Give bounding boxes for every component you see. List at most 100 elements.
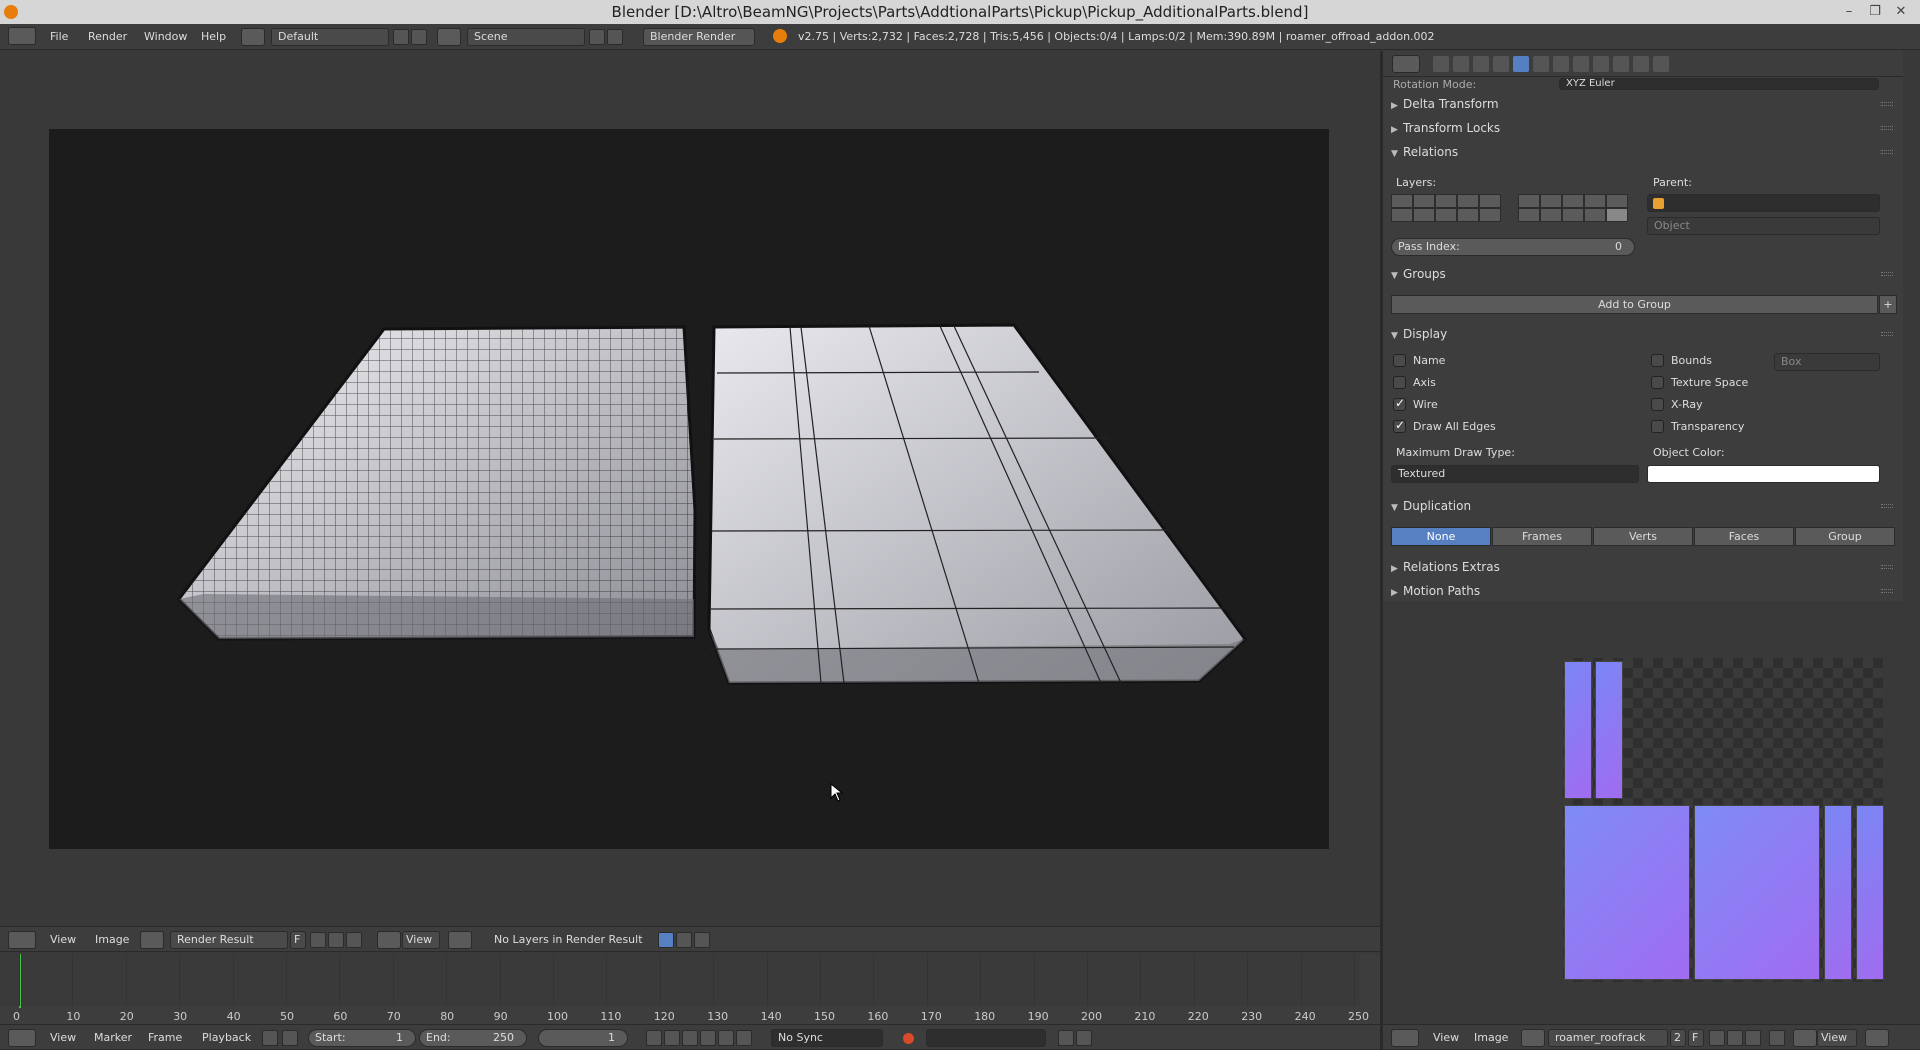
- start-frame-field[interactable]: Start: 1: [308, 1029, 416, 1047]
- menu-window[interactable]: Window: [144, 24, 187, 49]
- editor-type-image-icon[interactable]: [8, 931, 36, 949]
- timeline-editor[interactable]: 0 10 20 30 40 50 60 70 80 90 100 110 120 130 140 150 160…: [0, 954, 1380, 1024]
- particles-tab-icon[interactable]: [1633, 56, 1649, 72]
- preview-range-icon[interactable]: [262, 1030, 278, 1046]
- duplication-none-button[interactable]: None: [1391, 527, 1491, 546]
- image-viewport[interactable]: [0, 51, 1380, 926]
- panel-relations[interactable]: ▼ Relations: [1391, 142, 1893, 162]
- panel-delta-transform[interactable]: ▶ Delta Transform: [1391, 94, 1893, 114]
- uv-image-name-field[interactable]: roamer_roofrack: [1548, 1029, 1668, 1047]
- bounds-checkbox[interactable]: [1651, 354, 1664, 367]
- transparency-checkbox[interactable]: [1651, 420, 1664, 433]
- insert-keyframe-icon[interactable]: [1058, 1030, 1074, 1046]
- object-color-swatch[interactable]: [1647, 465, 1880, 483]
- timeline-track[interactable]: [0, 954, 1360, 1006]
- end-frame-field[interactable]: End: 250: [419, 1029, 527, 1047]
- editor-type-uv-icon[interactable]: [1391, 1029, 1419, 1047]
- rotation-mode-dropdown[interactable]: XYZ Euler: [1559, 78, 1879, 90]
- jump-end-icon[interactable]: [736, 1030, 752, 1046]
- object-tab-icon[interactable]: [1513, 56, 1529, 72]
- unlink-image-button[interactable]: [1745, 1030, 1761, 1046]
- jump-start-icon[interactable]: [646, 1030, 662, 1046]
- menu-image[interactable]: Image: [1474, 1025, 1508, 1050]
- panel-display[interactable]: ▼ Display: [1391, 324, 1893, 344]
- uv-fake-user-button[interactable]: F: [1688, 1029, 1704, 1047]
- view-mode-icon[interactable]: [377, 931, 401, 949]
- add-screen-button[interactable]: [393, 29, 409, 45]
- draw-all-edges-checkbox[interactable]: [1393, 418, 1406, 433]
- uv-view-dropdown[interactable]: View: [1817, 1029, 1857, 1047]
- close-icon[interactable]: ✕: [1890, 0, 1912, 24]
- screen-layout-field[interactable]: Default: [271, 28, 389, 46]
- parent-field[interactable]: [1647, 194, 1880, 212]
- draw-channels-icon[interactable]: [1865, 1029, 1889, 1047]
- play-reverse-icon[interactable]: [682, 1030, 698, 1046]
- render-engine-dropdown[interactable]: Blender Render: [643, 28, 755, 46]
- pin-image-icon[interactable]: [658, 932, 674, 948]
- texture-tab-icon[interactable]: [1613, 56, 1629, 72]
- panel-duplication[interactable]: ▼ Duplication: [1391, 496, 1893, 516]
- delete-keyframe-icon[interactable]: [1076, 1030, 1092, 1046]
- render-tab-icon[interactable]: [1433, 56, 1449, 72]
- sync-mode-dropdown[interactable]: No Sync: [771, 1029, 883, 1047]
- lock-time-icon[interactable]: [282, 1030, 298, 1046]
- layers-grid[interactable]: [1391, 194, 1631, 224]
- image-name-field[interactable]: Render Result: [170, 931, 288, 949]
- name-checkbox[interactable]: [1393, 354, 1406, 367]
- menu-marker[interactable]: Marker: [94, 1025, 132, 1050]
- new-image-button[interactable]: [310, 932, 326, 948]
- unlink-image-button[interactable]: [346, 932, 362, 948]
- physics-tab-icon[interactable]: [1653, 56, 1669, 72]
- wire-checkbox[interactable]: [1393, 396, 1406, 411]
- menu-image[interactable]: Image: [95, 927, 129, 952]
- record-icon[interactable]: [903, 1033, 914, 1044]
- modifiers-tab-icon[interactable]: [1553, 56, 1569, 72]
- duplication-verts-button[interactable]: Verts: [1593, 527, 1693, 546]
- view-mode-icon[interactable]: [1793, 1029, 1817, 1047]
- add-to-group-button[interactable]: Add to Group: [1391, 295, 1878, 314]
- duplication-faces-button[interactable]: Faces: [1694, 527, 1794, 546]
- menu-view[interactable]: View: [50, 927, 76, 952]
- world-tab-icon[interactable]: [1493, 56, 1509, 72]
- menu-playback[interactable]: Playback: [202, 1025, 251, 1050]
- image-browse-icon[interactable]: [1521, 1029, 1545, 1047]
- fake-user-button[interactable]: F: [290, 931, 306, 949]
- panel-motion-paths[interactable]: ▶ Motion Paths: [1391, 581, 1893, 601]
- duplication-frames-button[interactable]: Frames: [1492, 527, 1592, 546]
- menu-view[interactable]: View: [1433, 1025, 1459, 1050]
- axis-checkbox[interactable]: [1393, 376, 1406, 389]
- current-frame-field[interactable]: 1: [538, 1029, 628, 1047]
- editor-type-properties-icon[interactable]: [1392, 55, 1420, 73]
- add-group-plus-button[interactable]: +: [1879, 295, 1897, 314]
- menu-render[interactable]: Render: [88, 24, 127, 49]
- remove-screen-button[interactable]: [411, 29, 427, 45]
- menu-view[interactable]: View: [50, 1025, 76, 1050]
- data-tab-icon[interactable]: [1573, 56, 1589, 72]
- restore-icon[interactable]: ❐: [1864, 0, 1886, 24]
- menu-help[interactable]: Help: [201, 24, 226, 49]
- add-scene-button[interactable]: [589, 29, 605, 45]
- editor-type-timeline-icon[interactable]: [8, 1029, 36, 1047]
- pass-index-field[interactable]: Pass Index: 0: [1391, 238, 1635, 256]
- max-draw-type-dropdown[interactable]: Textured: [1391, 465, 1639, 483]
- uv-image-editor[interactable]: [1383, 605, 1920, 1024]
- panel-groups[interactable]: ▼ Groups: [1391, 264, 1893, 284]
- new-image-button[interactable]: [1709, 1030, 1725, 1046]
- menu-frame[interactable]: Frame: [148, 1025, 182, 1050]
- bounds-type-dropdown[interactable]: Box: [1774, 353, 1880, 371]
- remove-scene-button[interactable]: [607, 29, 623, 45]
- panel-transform-locks[interactable]: ▶ Transform Locks: [1391, 118, 1893, 138]
- duplication-group-button[interactable]: Group: [1795, 527, 1895, 546]
- screen-layout-icon[interactable]: [241, 28, 265, 46]
- jump-keyframe-forward-icon[interactable]: [718, 1030, 734, 1046]
- render-layers-tab-icon[interactable]: [1453, 56, 1469, 72]
- texture-space-checkbox[interactable]: [1651, 376, 1664, 389]
- view-dropdown[interactable]: View: [402, 931, 440, 949]
- material-tab-icon[interactable]: [1593, 56, 1609, 72]
- scene-icon[interactable]: [437, 28, 461, 46]
- play-icon[interactable]: [700, 1030, 716, 1046]
- keying-set-field[interactable]: [926, 1029, 1046, 1047]
- open-image-button[interactable]: [1727, 1030, 1743, 1046]
- uv-sync-icon[interactable]: [676, 932, 692, 948]
- draw-channels-icon[interactable]: [448, 931, 472, 949]
